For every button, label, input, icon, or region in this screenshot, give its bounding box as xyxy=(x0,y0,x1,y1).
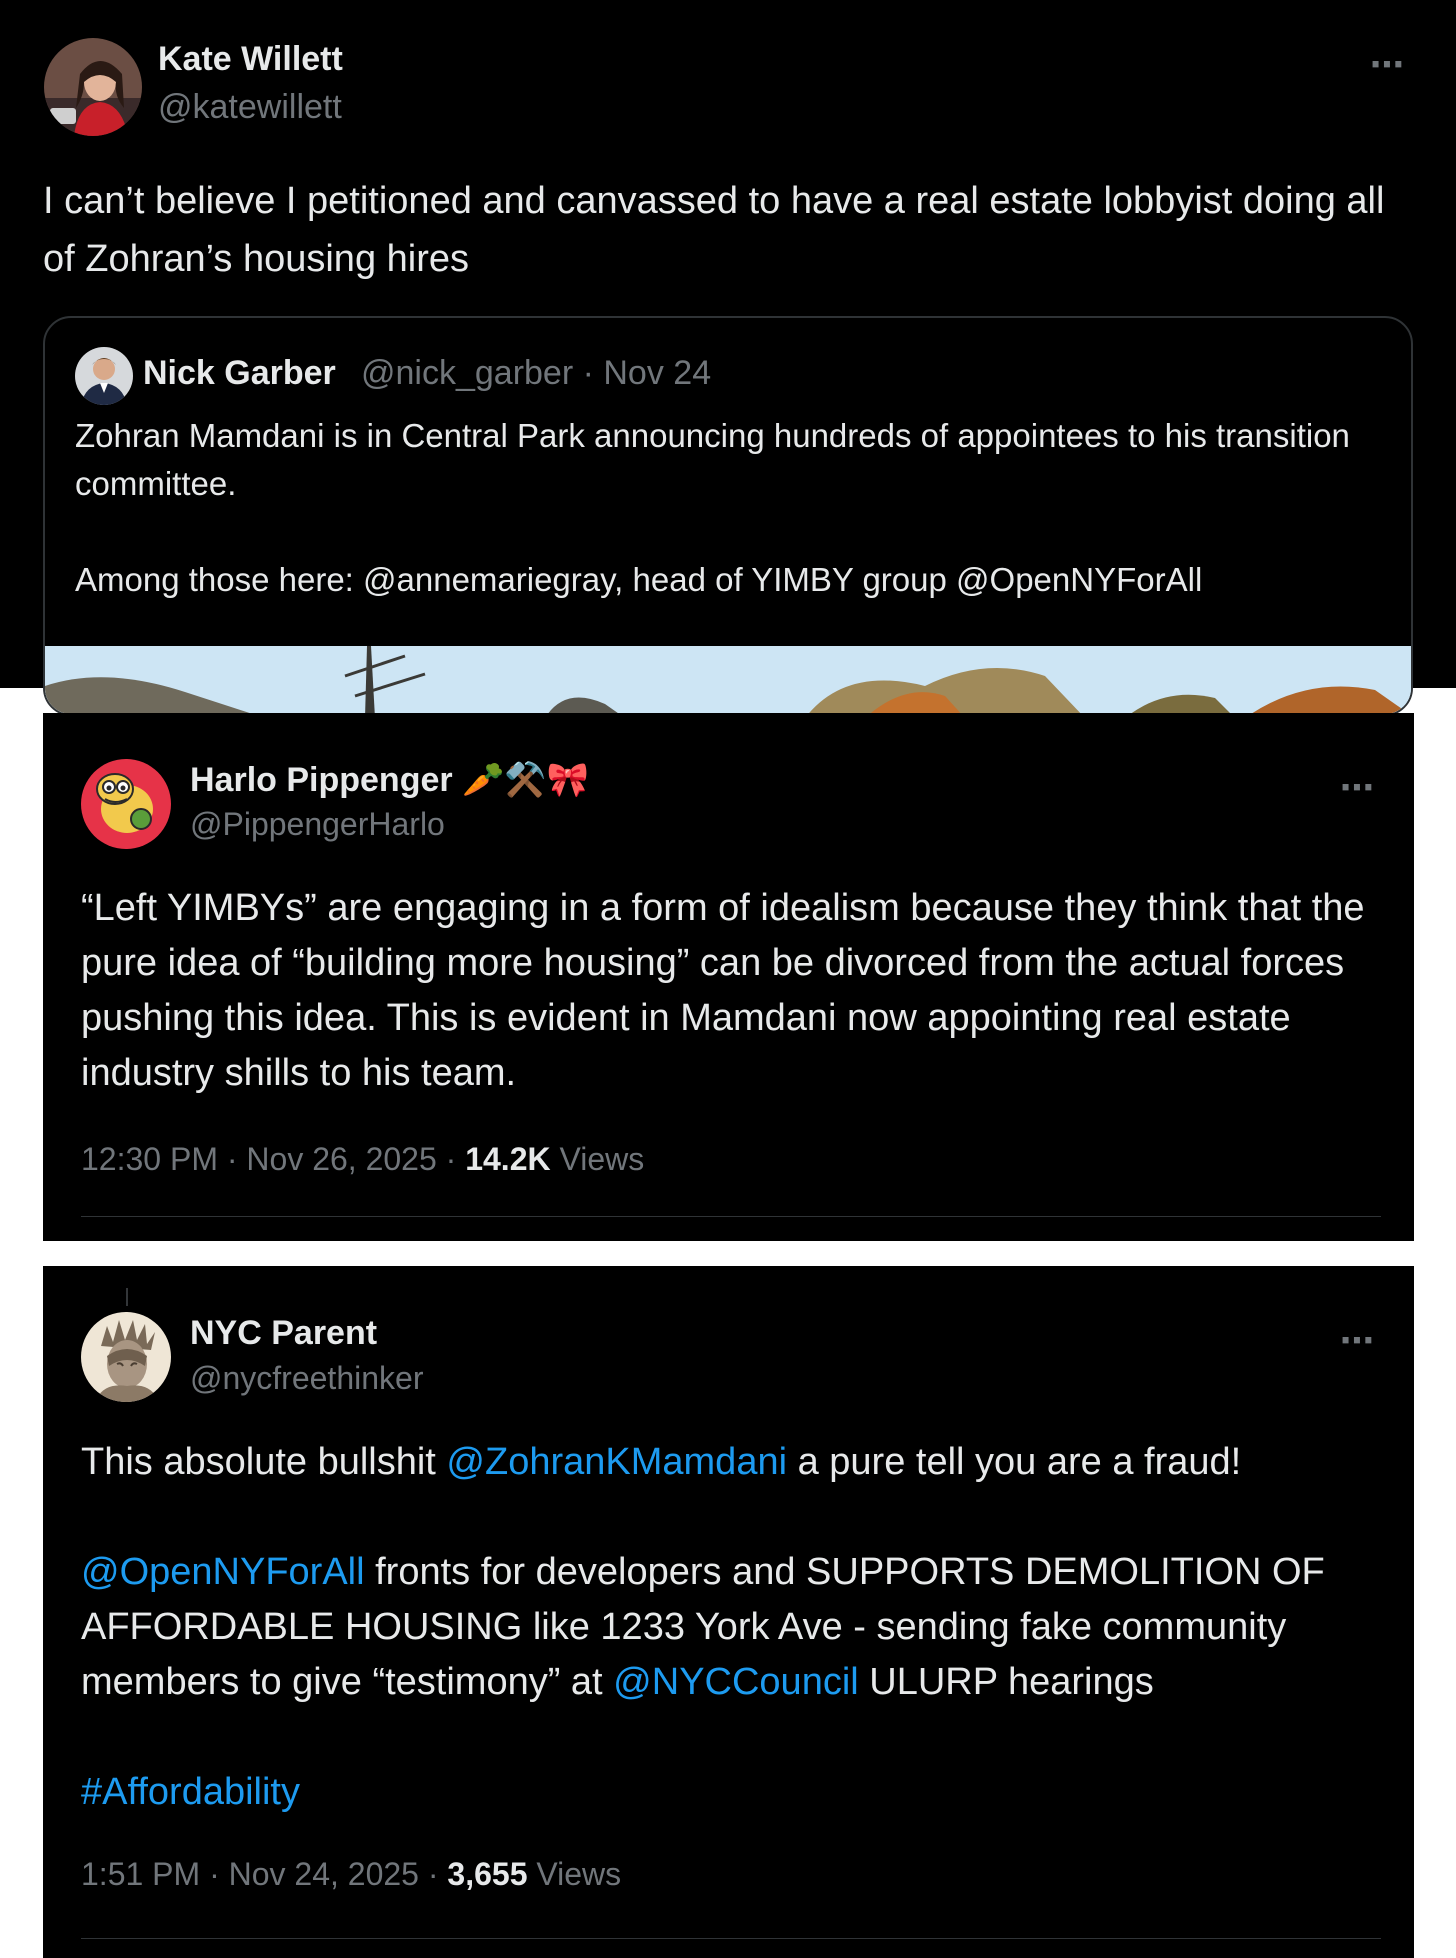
tweet-paragraph-3: #Affordability xyxy=(81,1765,300,1820)
text-segment: ULURP hearings xyxy=(858,1661,1154,1703)
tweet-paragraph-1: This absolute bullshit @ZohranKMamdani a… xyxy=(81,1435,1391,1490)
avatar[interactable] xyxy=(81,759,171,849)
more-options-icon[interactable]: ⋯ xyxy=(1340,771,1375,805)
views-count: 3,655 xyxy=(447,1856,528,1892)
tweet-text: I can’t believe I petitioned and canvass… xyxy=(43,180,1395,280)
views-label: Views xyxy=(550,1141,645,1177)
avatar[interactable] xyxy=(44,38,142,136)
tweet-paragraph-2: @OpenNYForAll fronts for developers and … xyxy=(81,1545,1391,1710)
hashtag-link[interactable]: #Affordability xyxy=(81,1771,300,1813)
views-label: Views xyxy=(527,1856,622,1892)
author-handle[interactable]: @PippengerHarlo xyxy=(190,806,445,843)
author-handle[interactable]: @katewillett xyxy=(158,88,342,127)
mention-link[interactable]: @NYCCouncil xyxy=(613,1661,859,1703)
quoted-avatar xyxy=(75,347,133,405)
tweet-card-kate-willett: Kate Willett @katewillett ⋯ I can’t beli… xyxy=(0,0,1456,716)
timestamp[interactable]: 12:30 PM · Nov 26, 2025 · xyxy=(81,1141,465,1177)
quoted-media-image[interactable] xyxy=(45,646,1411,714)
author-name[interactable]: Kate Willett xyxy=(158,40,343,79)
quoted-author-name: Nick Garber xyxy=(143,354,336,392)
mention-link[interactable]: @ZohranKMamdani xyxy=(446,1441,787,1483)
tweet-card-harlo-pippenger: Harlo Pippenger 🥕⚒️🎀 @PippengerHarlo ⋯ “… xyxy=(43,713,1414,1241)
thread-connector-line xyxy=(126,1288,128,1306)
quoted-author-handle-date: @nick_garber · Nov 24 xyxy=(361,354,712,392)
tweet-card-nyc-parent: NYC Parent @nycfreethinker ⋯ This absolu… xyxy=(43,1266,1414,1958)
trees-photo xyxy=(45,646,1411,714)
author-handle[interactable]: @nycfreethinker xyxy=(190,1360,423,1397)
divider xyxy=(81,1938,1381,1939)
avatar-image xyxy=(81,1312,171,1402)
timestamp[interactable]: 1:51 PM · Nov 24, 2025 · xyxy=(81,1856,447,1892)
tweet-meta: 1:51 PM · Nov 24, 2025 · 3,655 Views xyxy=(81,1856,621,1893)
author-name[interactable]: NYC Parent xyxy=(190,1314,377,1353)
more-options-icon[interactable]: ⋯ xyxy=(1340,1324,1375,1358)
tweet-text: “Left YIMBYs” are engaging in a form of … xyxy=(81,887,1376,1094)
tweet-meta: 12:30 PM · Nov 26, 2025 · 14.2K Views xyxy=(81,1141,644,1178)
author-name[interactable]: Harlo Pippenger 🥕⚒️🎀 xyxy=(190,760,589,800)
quoted-tweet-text: Zohran Mamdani is in Central Park announ… xyxy=(75,417,1350,598)
quoted-tweet[interactable]: Nick Garber @nick_garber · Nov 24 Zohran… xyxy=(43,316,1413,716)
mention-link[interactable]: @OpenNYForAll xyxy=(81,1551,365,1593)
more-options-icon[interactable]: ⋯ xyxy=(1370,48,1405,82)
avatar-image xyxy=(44,38,142,136)
text-segment: a pure tell you are a fraud! xyxy=(787,1441,1242,1483)
divider xyxy=(81,1216,1381,1217)
views-count: 14.2K xyxy=(465,1141,551,1177)
text-segment: This absolute bullshit xyxy=(81,1441,447,1483)
avatar[interactable] xyxy=(81,1312,171,1402)
quoted-avatar-image xyxy=(75,347,133,405)
avatar-image xyxy=(81,759,171,849)
